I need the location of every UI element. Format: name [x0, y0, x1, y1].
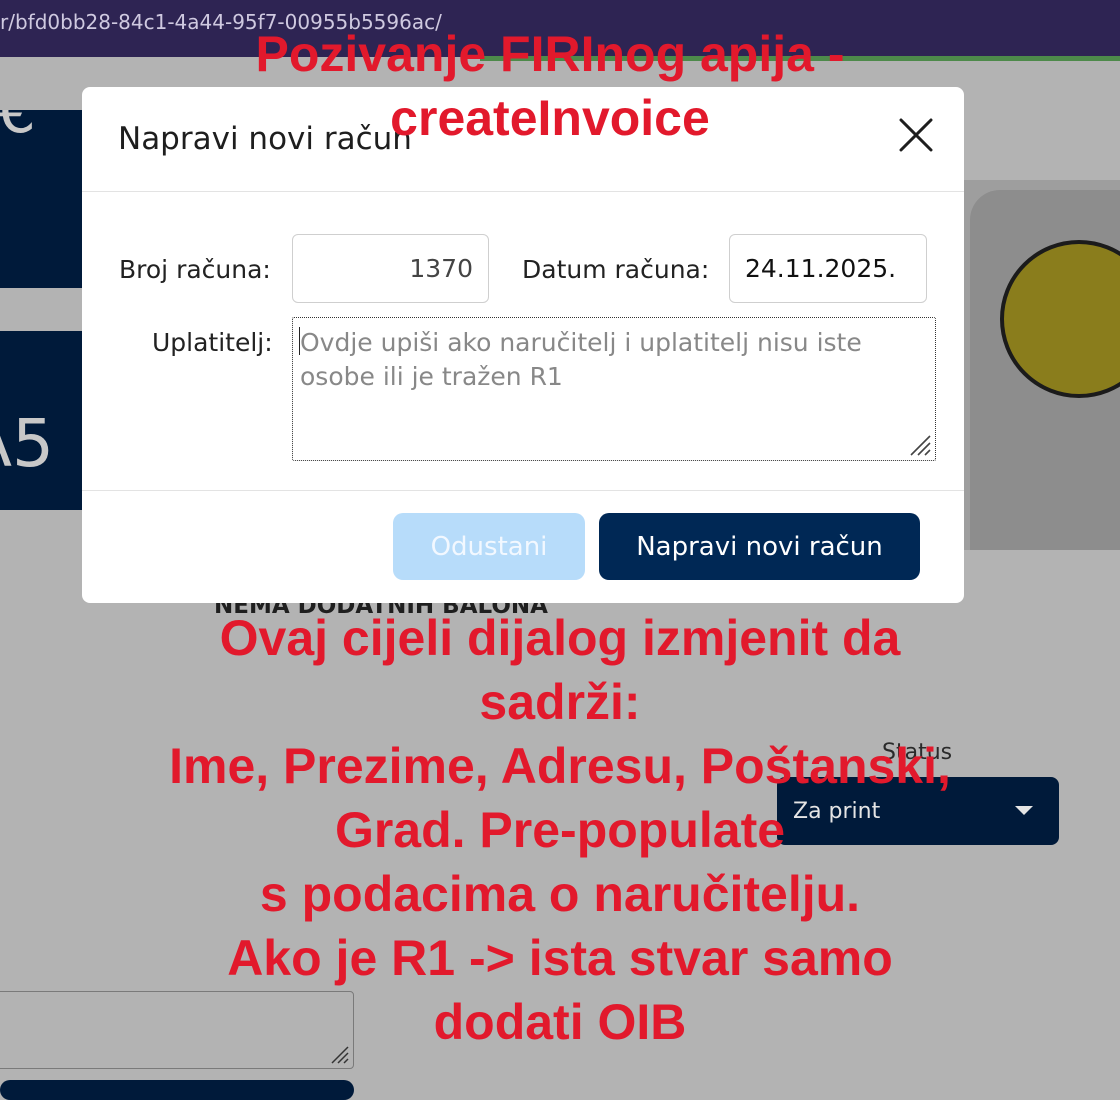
tshirt-image	[964, 180, 1120, 550]
create-invoice-button[interactable]: Napravi novi račun	[599, 513, 920, 580]
background-price-card: €	[0, 110, 82, 288]
annotation-line: Grad. Pre-populate	[334, 802, 786, 858]
annotation-line: Ovaj cijeli dijalog izmjenit da	[219, 610, 901, 666]
annotation-line: Pozivanje FIRInog apija -	[255, 26, 845, 82]
invoice-date-input[interactable]: 24.11.2025.	[729, 234, 927, 303]
annotation-top: Pozivanje FIRInog apija - createInvoice	[150, 22, 950, 150]
annotation-line: Ako je R1 -> ista stvar samo	[227, 930, 893, 986]
annotation-line: sadrži:	[479, 674, 641, 730]
annotation-bottom: Ovaj cijeli dijalog izmjenit da sadrži: …	[100, 606, 1020, 1054]
background-format-card: A5	[0, 331, 82, 510]
resize-grip-icon[interactable]	[905, 430, 931, 456]
annotation-line: Ime, Prezime, Adresu, Poštanski,	[169, 738, 951, 794]
invoice-date-label: Datum računa:	[522, 255, 710, 284]
background-button[interactable]	[0, 1080, 354, 1100]
payer-textarea[interactable]: Ovdje upiši ako naručitelj i uplatitelj …	[292, 317, 936, 461]
format-text: A5	[0, 405, 54, 482]
annotation-line: s podacima o naručitelju.	[259, 866, 861, 922]
dialog-footer-divider	[82, 490, 964, 491]
price-currency: €	[0, 110, 36, 147]
invoice-number-label: Broj računa:	[119, 255, 271, 284]
payer-placeholder: Ovdje upiši ako naručitelj i uplatitelj …	[300, 328, 862, 391]
invoice-number-input[interactable]: 1370	[292, 234, 489, 303]
text-cursor	[299, 327, 300, 355]
payer-label: Uplatitelj:	[152, 328, 273, 357]
annotation-line: createInvoice	[390, 90, 710, 146]
annotation-line: dodati OIB	[433, 994, 687, 1050]
cancel-button[interactable]: Odustani	[393, 513, 585, 580]
create-invoice-dialog: Napravi novi račun Broj računa: 1370 Dat…	[82, 87, 964, 603]
